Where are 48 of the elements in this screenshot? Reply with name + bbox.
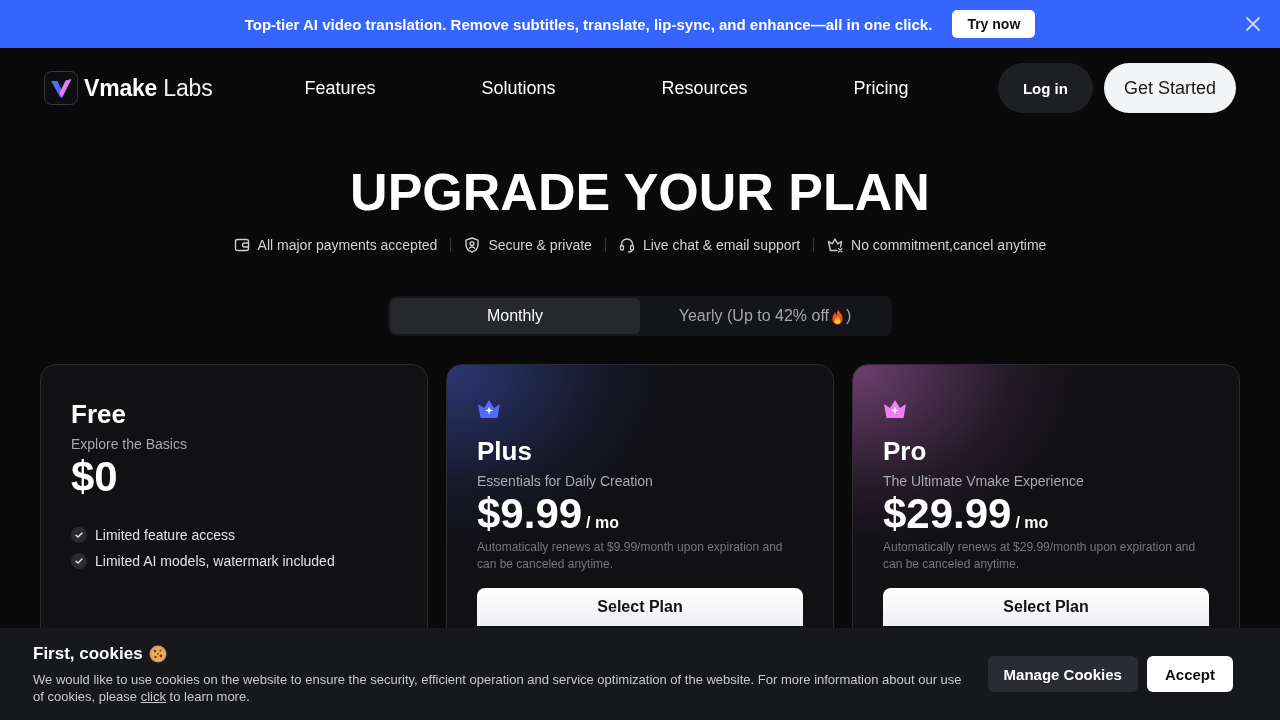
login-button[interactable]: Log in — [997, 63, 1093, 113]
plan-name: Free — [71, 399, 126, 429]
billing-tab[interactable]: Yearly (Up to 42% off ) — [640, 298, 890, 334]
shield-user-icon — [464, 237, 481, 253]
assurance-text: All major payments accepted — [257, 237, 438, 253]
fire-icon — [830, 307, 845, 325]
renewal-note: Automatically renews at $9.99/month upon expiration and can be canceled anytime. — [477, 539, 784, 573]
try-now-button[interactable]: Try now — [952, 10, 1036, 38]
logo-icon — [44, 71, 78, 105]
headset-icon — [618, 237, 635, 253]
assurance-text: Live chat & email support — [642, 237, 801, 253]
cookie-icon — [148, 645, 167, 663]
plan-tagline: Explore the Basics — [71, 435, 187, 454]
assurance-text: Secure & private — [488, 237, 592, 253]
feature-text: Limited feature access — [95, 527, 236, 543]
logo-text: Vmake Labs — [84, 74, 213, 102]
close-icon[interactable] — [1246, 17, 1260, 31]
nav-link[interactable]: Features — [304, 77, 376, 99]
assurance-text: No commitment,cancel anytime — [851, 237, 1047, 253]
plan-tagline: The Ultimate Vmake Experience — [883, 472, 1084, 491]
check-icon — [71, 553, 87, 569]
get-started-button[interactable]: Get Started — [1103, 63, 1236, 113]
manage-cookies-button[interactable]: Manage Cookies — [987, 656, 1138, 692]
wallet-icon — [233, 237, 250, 253]
renewal-note: Automatically renews at $29.99/month upon expiration and can be canceled anytime. — [883, 539, 1197, 573]
plan-name: Plus — [477, 436, 532, 466]
price-period: / mo — [1015, 514, 1049, 532]
promo-text: Top-tier AI video translation. Remove subtitles, translate, lip-sync, and enhance—all in one click. — [244, 15, 933, 33]
billing-tab[interactable]: Monthly — [390, 298, 640, 334]
plan-name: Pro — [883, 436, 927, 466]
plan-tagline: Essentials for Daily Creation — [477, 472, 653, 491]
cookie-title: First, cookies — [33, 644, 143, 664]
accept-button[interactable]: Accept — [1146, 656, 1233, 692]
nav-link[interactable]: Pricing — [853, 77, 909, 99]
feature-text: Limited AI models, watermark included — [95, 553, 335, 569]
select-plan-button[interactable]: Select Plan — [477, 588, 803, 626]
learn-more-link[interactable]: click — [140, 689, 166, 704]
plan-price: $0 — [71, 454, 118, 500]
price-period: / mo — [586, 514, 619, 532]
plan-price: $9.99 — [477, 491, 583, 537]
nav-link[interactable]: Resources — [661, 77, 748, 99]
page-heading: UPGRADE YOUR PLAN — [349, 162, 931, 222]
check-icon — [71, 527, 87, 543]
crown-cross-icon — [827, 237, 844, 253]
plan-price: $29.99 — [883, 491, 1012, 537]
select-plan-button[interactable]: Select Plan — [883, 588, 1209, 626]
nav-link[interactable]: Solutions — [481, 77, 556, 99]
cookie-text: We would like to use cookies on the website to ensure the security, efficient operation and service optimization of the website. For more information about our use of cookies, please click to learn more. — [33, 671, 963, 705]
